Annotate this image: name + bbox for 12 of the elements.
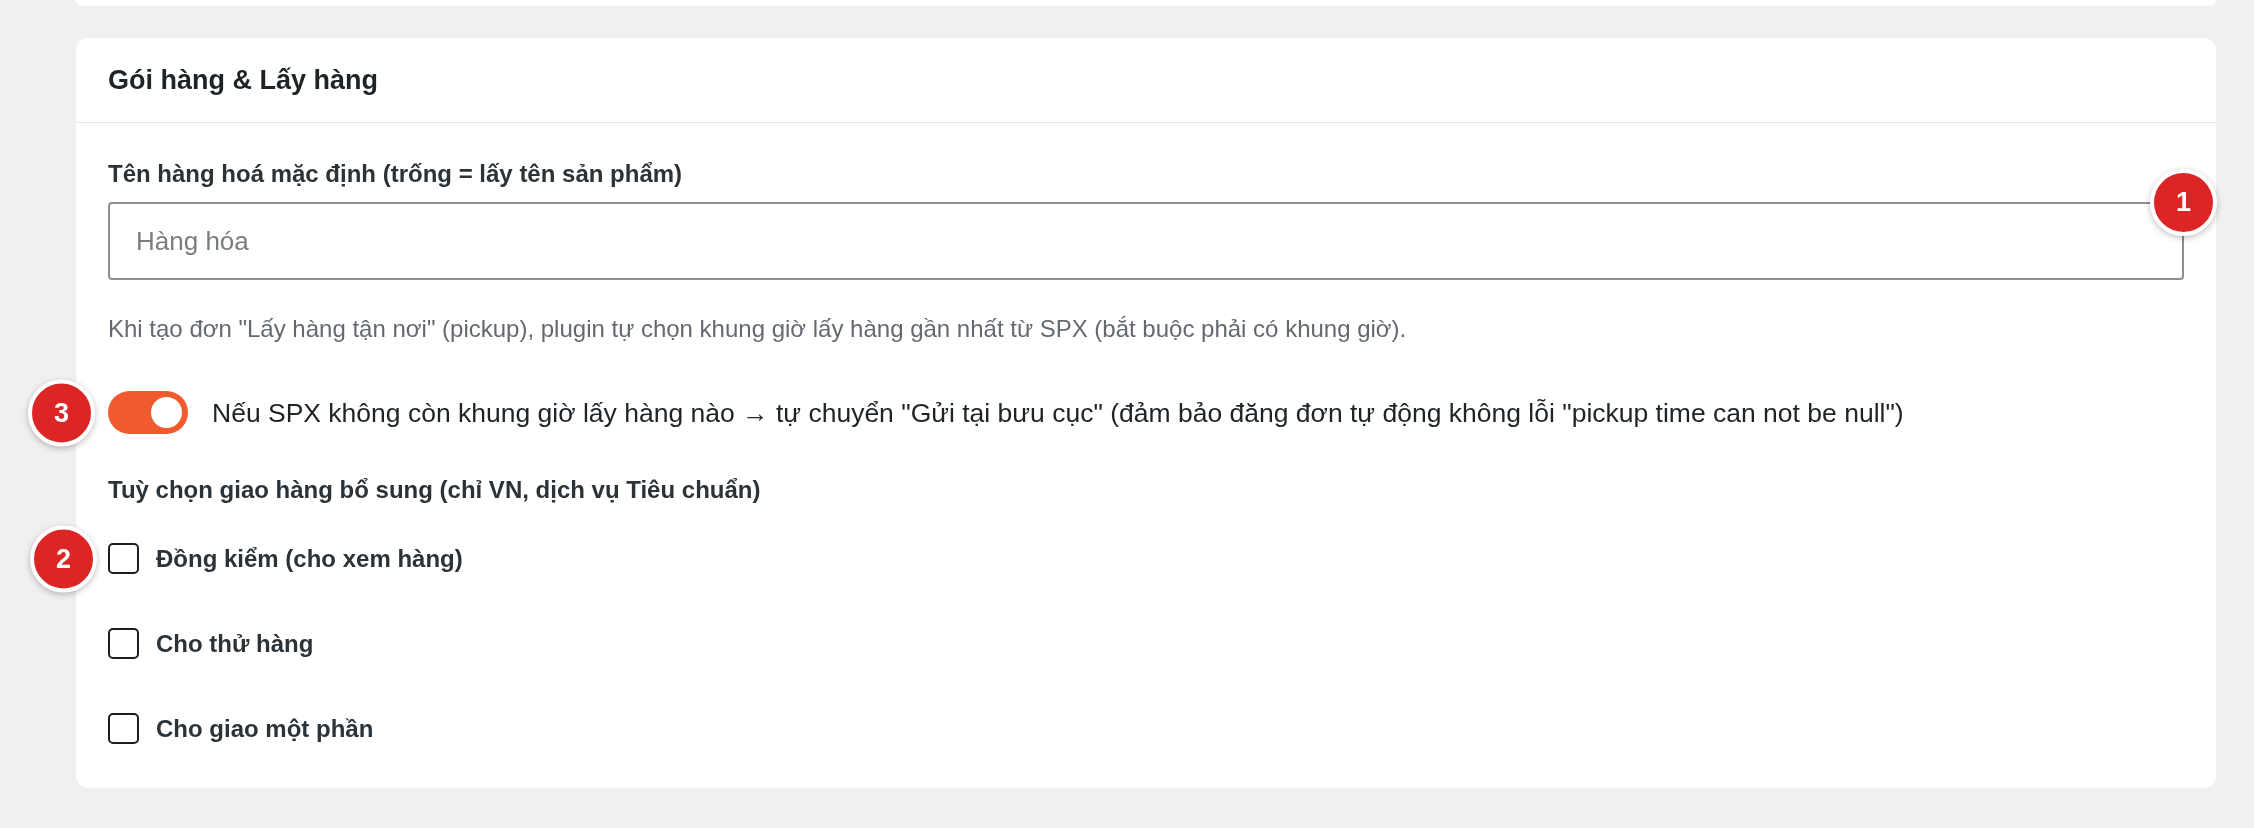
field-label: Tên hàng hoá mặc định (trống = lấy tên sản phẩm)	[108, 160, 684, 188]
section-title: Gói hàng & Lấy hàng	[108, 63, 378, 97]
checkbox-label: Đồng kiểm (cho xem hàng)	[156, 543, 463, 574]
toggle-label: Nếu SPX không còn khung giờ lấy hàng nào → tự chuyển "Gửi tại bưu cục" (đảm bảo đăng đơn tự động không lỗi "pickup time can not be null")	[212, 396, 1904, 429]
checkbox[interactable]	[108, 628, 139, 659]
checkbox[interactable]	[108, 713, 139, 744]
toggle-switch[interactable]	[108, 391, 188, 434]
help-text: Khi tạo đơn "Lấy hàng tận nơi" (pickup), plugin tự chọn khung giờ lấy hàng gần nhất từ SPX (bắt buộc phải có khung giờ).	[108, 315, 1408, 343]
group-label: Tuỳ chọn giao hàng bổ sung (chỉ VN, dịch vụ Tiêu chuẩn)	[108, 476, 762, 504]
checkbox-label: Cho giao một phần	[156, 713, 374, 744]
checkbox-label: Cho thử hàng	[156, 628, 314, 659]
checkbox[interactable]	[108, 543, 139, 574]
